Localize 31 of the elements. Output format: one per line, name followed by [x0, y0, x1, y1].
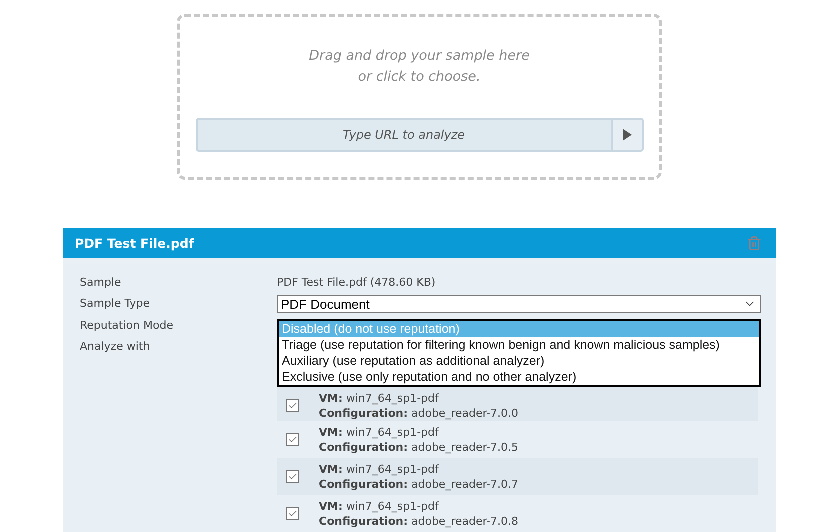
vm-row[interactable]: VM: win7_64_sp1-pdf Configuration: adobe_reader-7.0.0	[277, 384, 758, 421]
checkbox[interactable]	[286, 470, 299, 483]
check-icon	[288, 434, 298, 444]
field-label: Reputation Mode	[80, 318, 174, 334]
vm-text: VM: win7_64_sp1-pdf	[319, 424, 440, 440]
checkbox[interactable]	[286, 399, 299, 412]
submit-button[interactable]	[612, 118, 644, 152]
vm-text: VM: win7_64_sp1-pdf	[319, 390, 440, 406]
reputation-mode-dropdown-menu[interactable]	[277, 319, 761, 387]
vm-text: VM: win7_64_sp1-pdf	[319, 462, 440, 476]
field-label: Analyze with	[80, 339, 152, 355]
configuration-text: Configuration: adobe_reader-7.0.0	[319, 406, 519, 420]
panel-title: PDF Test File.pdf	[75, 236, 194, 250]
field-value: PDF Test File.pdf (478.60 KB)	[277, 275, 437, 291]
drop-prompt: Drag and drop your sample here	[309, 47, 530, 66]
configuration-text: Configuration: adobe_reader-7.0.8	[319, 514, 519, 528]
check-icon	[288, 472, 298, 482]
vm-text: VM: win7_64_sp1-pdf	[319, 498, 440, 514]
vm-row[interactable]: VM: win7_64_sp1-pdf Configuration: adobe_reader-7.0.7	[277, 458, 758, 495]
url-field[interactable]: Type URL to analyze	[196, 118, 612, 152]
play-icon	[622, 129, 632, 141]
field-label: Sample Type	[80, 296, 152, 312]
sample-type-select[interactable]: PDF Document	[277, 295, 761, 313]
field-label: Sample	[80, 275, 122, 291]
checkbox[interactable]	[286, 507, 299, 520]
check-icon	[288, 400, 298, 410]
configuration-text: Configuration: adobe_reader-7.0.5	[319, 440, 519, 454]
configuration-text: Configuration: adobe_reader-7.0.7	[319, 476, 519, 492]
drop-prompt: or click to choose.	[358, 68, 481, 87]
check-icon	[288, 508, 298, 518]
checkbox[interactable]	[286, 433, 299, 446]
